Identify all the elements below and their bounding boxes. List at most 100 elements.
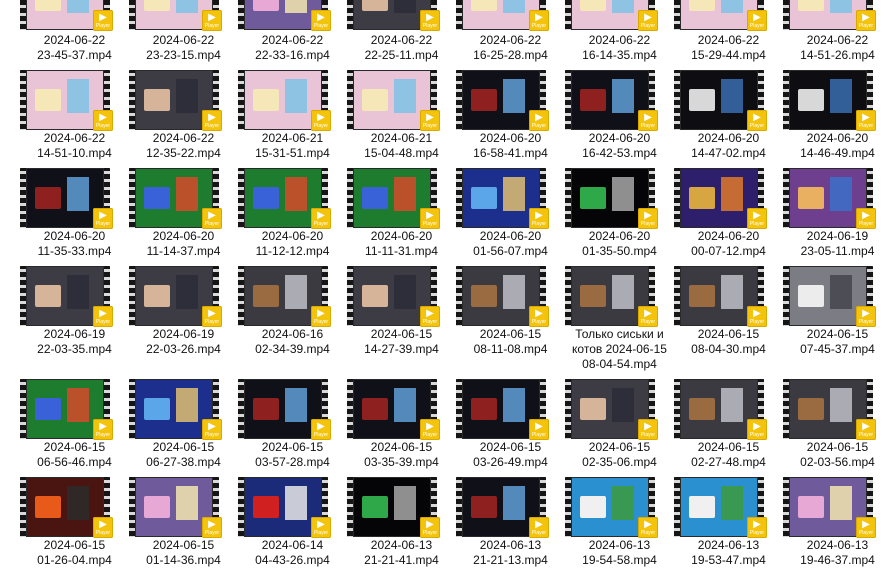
file-name-line: 2024-06-22 — [43, 131, 106, 145]
file-name-line: 2024-06-15 — [43, 440, 106, 454]
file-name-line: 07-45-37.mp4 — [800, 342, 875, 356]
file-name-line: 2024-06-19 — [43, 327, 106, 341]
play-icon: ▶ — [753, 420, 761, 432]
file-name: 2024-06-20 11-11-31.mp4 — [347, 229, 456, 259]
player-badge-icon: ▶ Player — [311, 10, 331, 31]
play-icon: ▶ — [426, 111, 434, 123]
file-name-line: 2024-06-13 — [370, 538, 433, 552]
player-badge-icon: ▶ Player — [420, 306, 440, 327]
file-name: 2024-06-22 22-25-11.mp4 — [347, 33, 456, 63]
player-badge-icon: ▶ Player — [420, 110, 440, 131]
file-name: 2024-06-15 02-27-48.mp4 — [674, 440, 783, 470]
file-name-line: 2024-06-22 — [588, 33, 651, 47]
file-name-line: 06-27-38.mp4 — [146, 455, 221, 469]
file-name: 2024-06-22 15-29-44.mp4 — [674, 33, 783, 63]
player-badge-icon: ▶ Player — [529, 306, 549, 327]
player-badge-label: Player — [531, 318, 547, 325]
file-name: 2024-06-20 11-35-33.mp4 — [20, 229, 129, 259]
file-name: 2024-06-21 15-04-48.mp4 — [347, 131, 456, 161]
file-name-line: 02-03-56.mp4 — [800, 455, 875, 469]
play-icon: ▶ — [644, 209, 652, 221]
file-grid: ▶ Player 2024-06-22 23-45-37.mp4 ▶ Player 2024… — [0, 0, 892, 567]
play-icon: ▶ — [535, 307, 543, 319]
player-badge-label: Player — [749, 122, 765, 129]
play-icon: ▶ — [862, 11, 870, 23]
play-icon: ▶ — [753, 11, 761, 23]
player-badge-icon: ▶ Player — [311, 306, 331, 327]
play-icon: ▶ — [317, 11, 325, 23]
file-name-line: 21-21-41.mp4 — [364, 553, 439, 567]
player-badge-label: Player — [422, 220, 438, 227]
play-icon: ▶ — [862, 420, 870, 432]
file-name-line: 11-11-31.mp4 — [365, 244, 438, 258]
player-badge-icon: ▶ Player — [311, 110, 331, 131]
play-icon: ▶ — [862, 209, 870, 221]
file-name-line: 2024-06-21 — [261, 131, 324, 145]
file-name: 2024-06-22 14-51-10.mp4 — [20, 131, 129, 161]
play-icon: ▶ — [644, 518, 652, 530]
player-badge-label: Player — [313, 318, 329, 325]
file-name-line: 04-43-26.mp4 — [255, 553, 330, 567]
player-badge-label: Player — [95, 529, 111, 536]
file-name: 2024-06-15 06-27-38.mp4 — [129, 440, 238, 470]
file-name: 2024-06-15 14-27-39.mp4 — [347, 327, 456, 357]
file-name: 2024-06-22 22-33-16.mp4 — [238, 33, 347, 63]
file-name-line: 2024-06-20 — [806, 131, 869, 145]
file-name-line: 2024-06-22 — [479, 33, 542, 47]
player-badge-label: Player — [858, 529, 874, 536]
file-name-line: 2024-06-20 — [479, 229, 542, 243]
file-name-line: 03-35-39.mp4 — [364, 455, 439, 469]
file-name: 2024-06-22 16-25-28.mp4 — [456, 33, 565, 63]
file-name-line: 19-53-47.mp4 — [691, 553, 766, 567]
file-name: 2024-06-22 14-51-26.mp4 — [783, 33, 892, 63]
player-badge-label: Player — [640, 22, 656, 29]
file-name: 2024-06-20 14-47-02.mp4 — [674, 131, 783, 161]
file-name-line: 01-26-04.mp4 — [37, 553, 112, 567]
play-icon: ▶ — [644, 111, 652, 123]
player-badge-label: Player — [749, 220, 765, 227]
play-icon: ▶ — [208, 11, 216, 23]
file-name: 2024-06-16 02-34-39.mp4 — [238, 327, 347, 357]
player-badge-label: Player — [531, 220, 547, 227]
file-name: 2024-06-15 08-04-30.mp4 — [674, 327, 783, 357]
play-icon: ▶ — [208, 420, 216, 432]
player-badge-label: Player — [531, 431, 547, 438]
player-badge-icon: ▶ Player — [638, 208, 658, 229]
player-badge-icon: ▶ Player — [638, 517, 658, 538]
file-name: 2024-06-21 15-31-51.mp4 — [238, 131, 347, 161]
play-icon: ▶ — [99, 209, 107, 221]
file-name-line: котов 2024-06-15 — [572, 342, 667, 356]
file-name-line: 2024-06-13 — [479, 538, 542, 552]
player-badge-icon: ▶ Player — [420, 10, 440, 31]
player-badge-icon: ▶ Player — [202, 110, 222, 131]
file-name-line: 2024-06-13 — [697, 538, 760, 552]
player-badge-icon: ▶ Player — [202, 208, 222, 229]
player-badge-icon: ▶ Player — [93, 419, 113, 440]
file-name: 2024-06-20 01-35-50.mp4 — [565, 229, 674, 259]
file-name: 2024-06-20 16-42-53.mp4 — [565, 131, 674, 161]
file-name: 2024-06-13 19-53-47.mp4 — [674, 538, 783, 568]
player-badge-icon: ▶ Player — [529, 10, 549, 31]
file-name: 2024-06-15 08-11-08.mp4 — [456, 327, 565, 357]
play-icon: ▶ — [317, 307, 325, 319]
file-name-line: 16-25-28.mp4 — [473, 48, 548, 62]
file-name-line: 2024-06-20 — [43, 229, 106, 243]
file-name: 2024-06-22 23-23-15.mp4 — [129, 33, 238, 63]
file-name-line: 2024-06-13 — [806, 538, 869, 552]
player-badge-label: Player — [858, 220, 874, 227]
file-name-line: 11-14-37.mp4 — [146, 244, 221, 258]
play-icon: ▶ — [99, 307, 107, 319]
play-icon: ▶ — [99, 11, 107, 23]
file-name: 2024-06-20 01-56-07.mp4 — [456, 229, 565, 259]
player-badge-label: Player — [95, 318, 111, 325]
player-badge-icon: ▶ Player — [202, 419, 222, 440]
player-badge-icon: ▶ Player — [202, 517, 222, 538]
play-icon: ▶ — [862, 307, 870, 319]
player-badge-label: Player — [640, 529, 656, 536]
file-name-line: 2024-06-22 — [370, 33, 433, 47]
player-badge-label: Player — [313, 431, 329, 438]
file-name: 2024-06-13 21-21-41.mp4 — [347, 538, 456, 568]
file-name-line: 2024-06-15 — [43, 538, 106, 552]
file-name-line: 22-25-11.mp4 — [364, 48, 439, 62]
file-name-line: 03-26-49.mp4 — [473, 455, 548, 469]
